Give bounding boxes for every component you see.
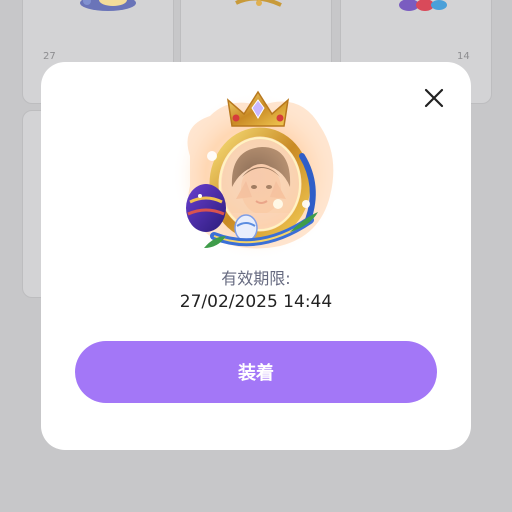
card-date: 27 bbox=[43, 51, 56, 62]
card-date: 14 bbox=[457, 51, 470, 62]
equip-button-label: 装着 bbox=[238, 363, 274, 384]
close-icon bbox=[424, 88, 444, 108]
close-button[interactable] bbox=[420, 84, 448, 112]
card-thumbnail bbox=[23, 0, 173, 15]
validity-date: 27/02/2025 14:44 bbox=[179, 292, 333, 312]
equip-button[interactable]: 装着 bbox=[75, 341, 437, 403]
card-thumbnail bbox=[181, 0, 331, 15]
avatar-frame-image bbox=[170, 86, 342, 260]
card-thumbnail bbox=[341, 0, 491, 15]
validity-label: 有效期限: bbox=[221, 269, 291, 288]
